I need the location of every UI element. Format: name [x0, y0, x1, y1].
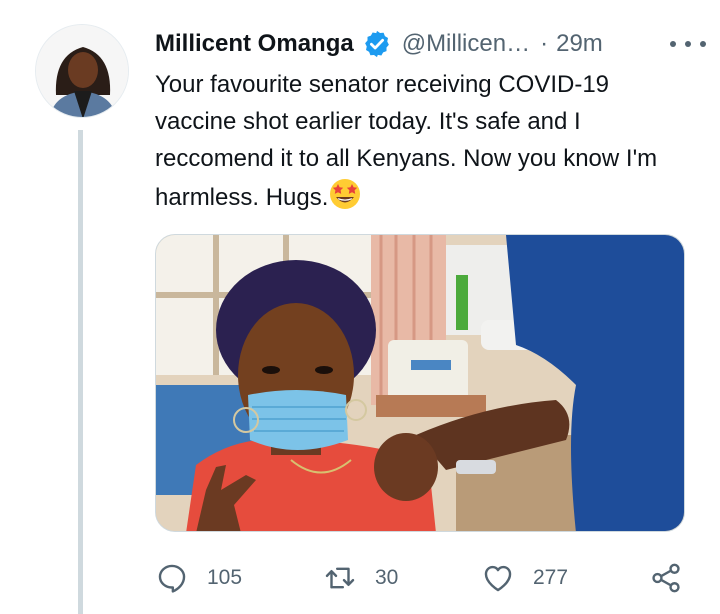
- tweet-actions: 105 30 277: [155, 556, 695, 600]
- separator-dot: ·: [540, 30, 549, 57]
- like-count: 277: [533, 566, 569, 589]
- star-struck-emoji-icon: [328, 177, 362, 211]
- thread-line: [78, 130, 83, 614]
- retweet-icon: [325, 567, 355, 589]
- retweet-button[interactable]: 30: [323, 556, 398, 600]
- tweet-text-line: harmless. Hugs.: [155, 184, 329, 211]
- tweet-text-line: Your favourite senator receiving COVID-1…: [155, 71, 610, 98]
- retweet-count: 30: [375, 566, 399, 589]
- share-icon: [652, 563, 680, 593]
- like-button[interactable]: 277: [481, 556, 568, 600]
- reply-count: 105: [207, 566, 243, 589]
- more-options-icon[interactable]: [670, 34, 706, 54]
- tweet-text-line: reccomend it to all Kenyans. Now you kno…: [155, 145, 658, 172]
- tweet-photo[interactable]: [155, 234, 685, 532]
- tweet-text-line-last: harmless. Hugs.: [155, 177, 675, 216]
- verified-badge-icon: [362, 29, 392, 59]
- display-name[interactable]: Millicent Omanga: [155, 30, 354, 58]
- share-button[interactable]: [649, 556, 683, 600]
- tweet-header: Millicent Omanga @Millicen… · 29m: [155, 24, 690, 64]
- avatar[interactable]: [35, 24, 129, 118]
- tweet-text: Your favourite senator receiving COVID-1…: [155, 66, 675, 216]
- reply-button[interactable]: 105: [155, 556, 242, 600]
- tweet-text-line: vaccine shot earlier today. It's safe an…: [155, 108, 581, 135]
- reply-icon: [158, 564, 186, 593]
- heart-icon: [484, 565, 512, 592]
- tweet[interactable]: Millicent Omanga @Millicen… · 29m Your f…: [0, 0, 720, 614]
- handle[interactable]: @Millicen…: [402, 30, 530, 58]
- timestamp[interactable]: 29m: [556, 30, 603, 58]
